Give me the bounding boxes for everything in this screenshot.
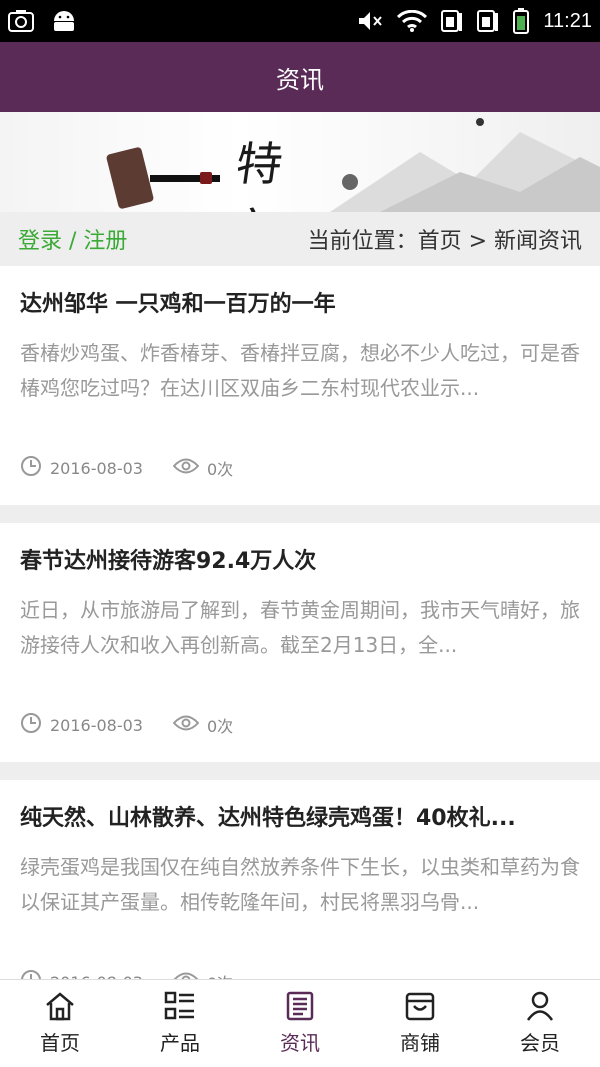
clock-icon bbox=[20, 455, 42, 481]
page-title-bar: 资讯 bbox=[0, 42, 600, 112]
article-summary: 香椿炒鸡蛋、炸香椿芽、香椿拌豆腐，想必不少人吃过，可是香椿鸡您吃过吗？在达川区双… bbox=[20, 341, 580, 400]
tab-news[interactable]: 资讯 bbox=[240, 980, 360, 1067]
eye-icon bbox=[172, 714, 200, 736]
article-card[interactable]: 达州邹华 一只鸡和一百万的一年 香椿炒鸡蛋、炸香椿芽、香椿拌豆腐，想必不少人吃过… bbox=[0, 266, 600, 505]
android-icon bbox=[52, 10, 76, 32]
sim-signal-icon bbox=[441, 9, 463, 33]
article-views: 0次 bbox=[206, 460, 234, 479]
tab-label: 资讯 bbox=[280, 1031, 320, 1055]
article-summary: 近日，从市旅游局了解到，春节黄金周期间，我市天气晴好，旅游接待人次和收入再创新高… bbox=[20, 598, 580, 657]
tab-products[interactable]: 产品 bbox=[120, 980, 240, 1067]
article-date: 2016-08-03 bbox=[50, 458, 143, 478]
article-list: 达州邹华 一只鸡和一百万的一年 香椿炒鸡蛋、炸香椿芽、香椿拌豆腐，想必不少人吃过… bbox=[0, 266, 600, 979]
tab-label: 首页 bbox=[40, 1031, 80, 1055]
clock-icon bbox=[20, 969, 42, 979]
article-views: 0次 bbox=[207, 970, 233, 979]
home-icon bbox=[44, 991, 76, 1021]
battery-icon bbox=[513, 8, 530, 34]
article-meta: 2016-08-03 0次 bbox=[20, 969, 580, 979]
status-bar: 11:21 bbox=[0, 0, 600, 42]
location-bar: 登录 / 注册 当前位置：首页 > 新闻资讯 bbox=[0, 212, 600, 266]
store-icon bbox=[404, 991, 436, 1021]
article-card[interactable]: 纯天然、山林散养、达州特色绿壳鸡蛋！40枚礼... 绿壳蛋鸡是我国仅在纯自然放养… bbox=[0, 780, 600, 979]
view-count: 0次 bbox=[173, 970, 233, 979]
article-meta: 2016-08-03 0次 bbox=[20, 712, 580, 738]
article-card[interactable]: 春节达州接待游客92.4万人次 近日，从市旅游局了解到，春节黄金周期间，我市天气… bbox=[0, 523, 600, 762]
register-link[interactable]: 注册 bbox=[83, 229, 127, 254]
breadcrumb: 当前位置：首页 > 新闻资讯 bbox=[307, 229, 582, 254]
article-title[interactable]: 春节达州接待游客92.4万人次 bbox=[20, 545, 580, 579]
wifi-icon bbox=[397, 10, 428, 32]
tab-label: 产品 bbox=[160, 1031, 200, 1055]
tab-stores[interactable]: 商铺 bbox=[360, 980, 480, 1067]
tab-label: 会员 bbox=[520, 1031, 560, 1055]
eye-icon bbox=[173, 971, 199, 979]
banner-calligraphy: 特 产 bbox=[223, 137, 377, 212]
screenshot-icon bbox=[8, 10, 34, 32]
view-count: 0次 bbox=[172, 456, 234, 480]
tab-home[interactable]: 首页 bbox=[0, 980, 120, 1067]
article-title[interactable]: 达州邹华 一只鸡和一百万的一年 bbox=[20, 288, 580, 322]
view-count: 0次 bbox=[172, 713, 234, 737]
auth-links: 登录 / 注册 bbox=[18, 223, 127, 255]
article-summary: 绿壳蛋鸡是我国仅在纯自然放养条件下生长，以虫类和草药为食以保证其产蛋量。相传乾隆… bbox=[20, 855, 580, 914]
eye-icon bbox=[172, 457, 200, 479]
auth-separator: / bbox=[62, 229, 84, 254]
login-link[interactable]: 登录 bbox=[18, 229, 62, 254]
bottom-tab-bar: 首页 产品 资讯 商铺 会员 bbox=[0, 979, 600, 1067]
user-icon bbox=[525, 991, 555, 1021]
document-icon bbox=[285, 991, 315, 1021]
article-date: 2016-08-03 bbox=[50, 715, 143, 735]
article-meta: 2016-08-03 0次 bbox=[20, 455, 580, 481]
clock-icon bbox=[20, 712, 42, 738]
sim-signal-2-icon bbox=[477, 9, 499, 33]
mute-icon bbox=[357, 10, 383, 32]
list-icon bbox=[164, 991, 196, 1021]
clock: 11:21 bbox=[543, 9, 592, 32]
article-title[interactable]: 纯天然、山林散养、达州特色绿壳鸡蛋！40枚礼... bbox=[20, 802, 580, 836]
banner-image: 特 产 bbox=[0, 112, 600, 212]
tab-label: 商铺 bbox=[400, 1031, 440, 1055]
article-views: 0次 bbox=[206, 717, 234, 736]
page-title: 资讯 bbox=[276, 65, 324, 94]
tab-member[interactable]: 会员 bbox=[480, 980, 600, 1067]
